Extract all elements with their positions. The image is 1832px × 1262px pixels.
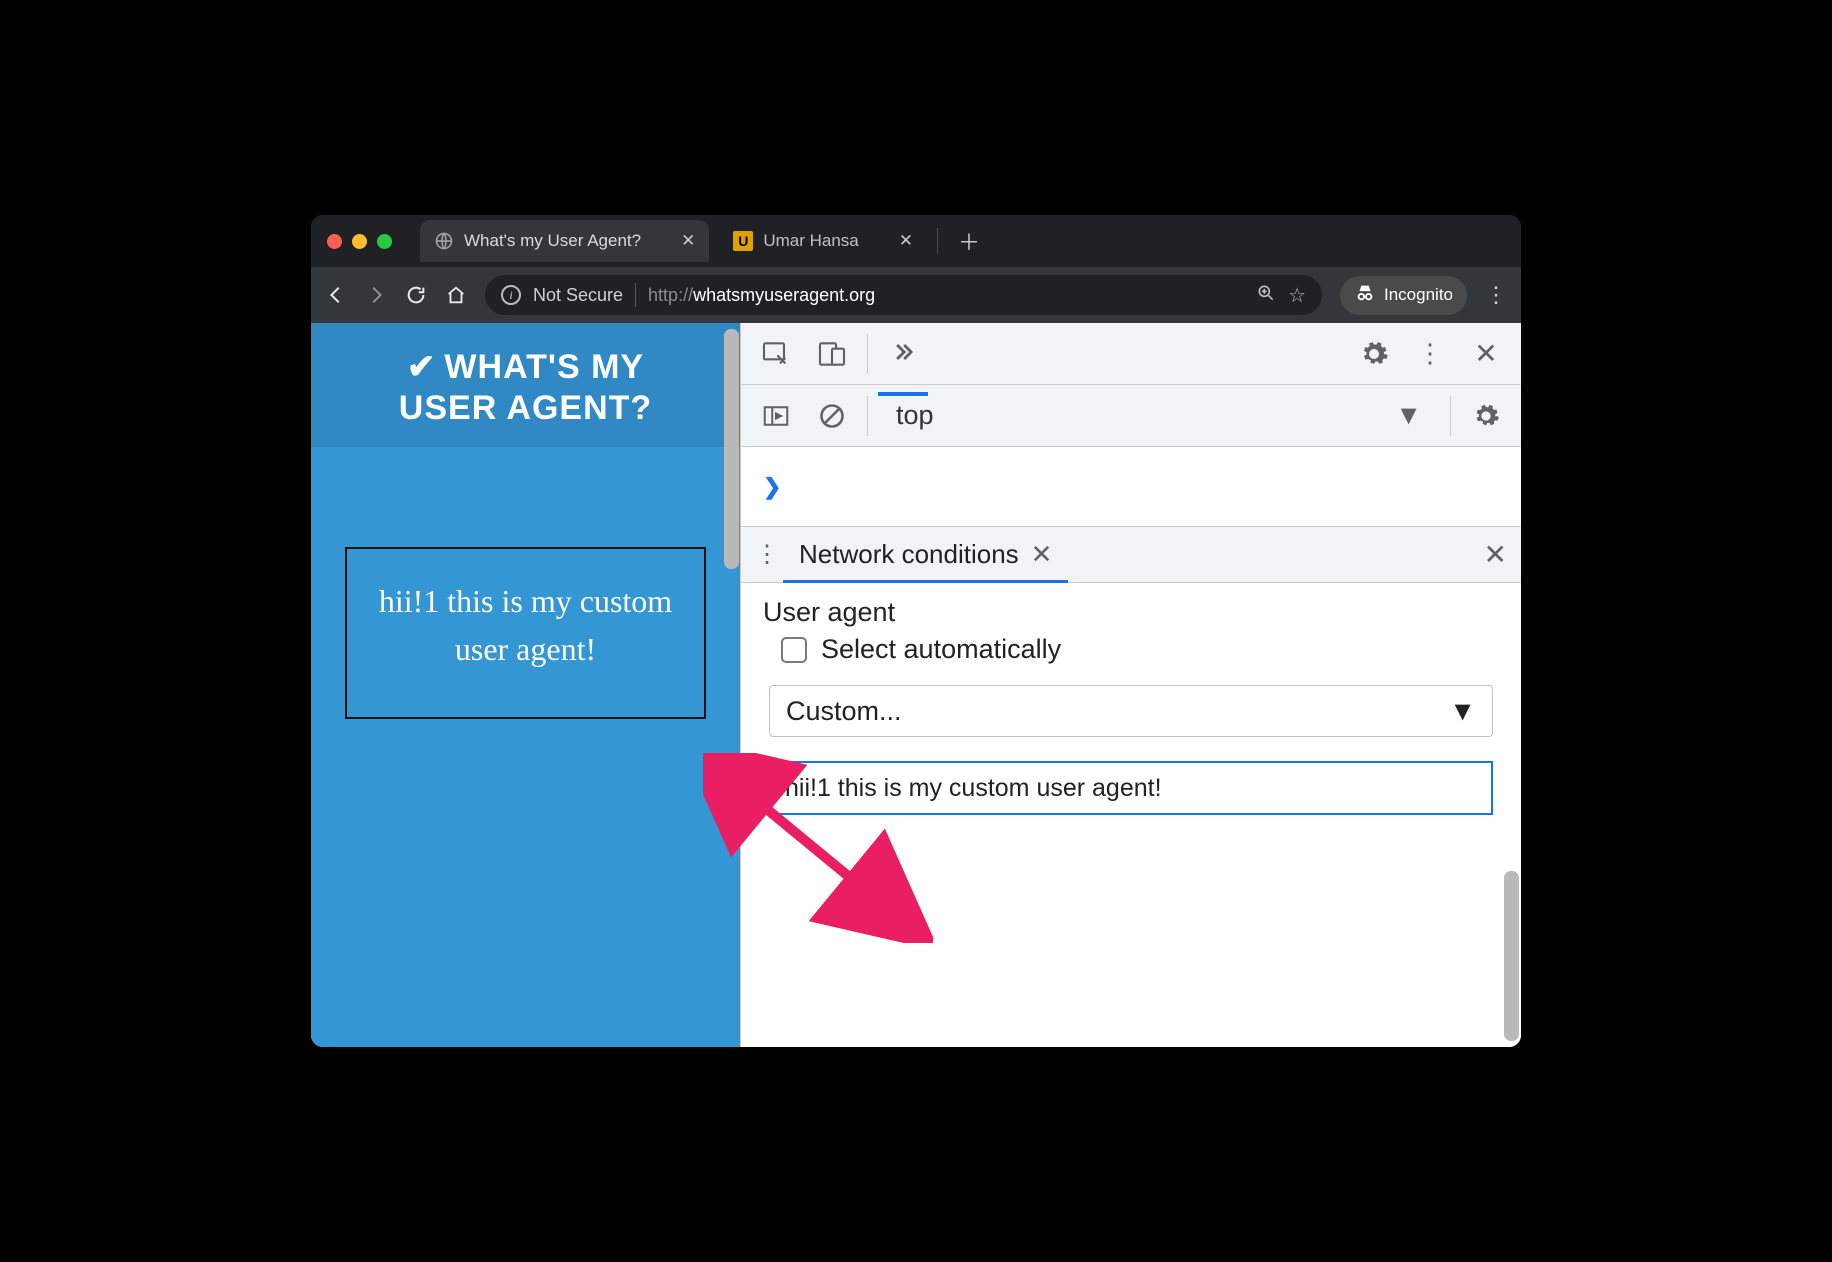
device-toolbar-button[interactable] bbox=[807, 329, 857, 379]
browser-window: What's my User Agent? ✕ U Umar Hansa ✕ ＋… bbox=[311, 215, 1521, 1047]
checkmark-icon: ✔ bbox=[407, 348, 437, 386]
network-conditions-panel: User agent Select automatically Custom..… bbox=[741, 583, 1521, 1047]
close-tab-icon[interactable]: ✕ bbox=[1031, 539, 1053, 570]
select-automatically-checkbox[interactable] bbox=[781, 637, 807, 663]
browser-tab-active[interactable]: What's my User Agent? ✕ bbox=[420, 220, 709, 262]
kebab-menu-icon[interactable]: ⋮ bbox=[1405, 329, 1455, 379]
close-drawer-button[interactable]: ✕ bbox=[1484, 538, 1507, 571]
security-status: Not Secure bbox=[533, 285, 623, 306]
content-area: ✔WHAT'S MY USER AGENT? hii!1 this is my … bbox=[311, 323, 1521, 1047]
checkbox-label: Select automatically bbox=[821, 634, 1061, 665]
globe-icon bbox=[434, 231, 454, 251]
reload-button[interactable] bbox=[405, 284, 427, 306]
window-close-button[interactable] bbox=[327, 234, 342, 249]
tab-title: Umar Hansa bbox=[763, 231, 858, 251]
dropdown-caret-icon: ▼ bbox=[1449, 696, 1476, 727]
console-settings-gear-icon[interactable] bbox=[1461, 391, 1511, 441]
webpage-viewport: ✔WHAT'S MY USER AGENT? hii!1 this is my … bbox=[311, 323, 741, 1047]
console-input-area[interactable]: ❯ bbox=[741, 447, 1521, 527]
console-toolbar: top ▼ bbox=[741, 385, 1521, 447]
window-maximize-button[interactable] bbox=[377, 234, 392, 249]
close-devtools-button[interactable]: ✕ bbox=[1461, 329, 1511, 379]
divider bbox=[1450, 396, 1451, 436]
devtools-scrollbar[interactable] bbox=[1504, 871, 1519, 1041]
user-agent-preset-dropdown[interactable]: Custom... ▼ bbox=[769, 685, 1493, 737]
devtools-main-toolbar: ⋮ ✕ bbox=[741, 323, 1521, 385]
bookmark-star-icon[interactable]: ☆ bbox=[1288, 283, 1306, 308]
more-panels-button[interactable] bbox=[878, 329, 928, 379]
tab-title: What's my User Agent? bbox=[464, 231, 641, 251]
drawer-tab-network-conditions[interactable]: Network conditions ✕ bbox=[789, 539, 1062, 570]
clear-console-button[interactable] bbox=[807, 391, 857, 441]
user-agent-section-label: User agent bbox=[763, 597, 1499, 628]
drawer-menu-button[interactable]: ⋮ bbox=[755, 540, 779, 569]
incognito-label: Incognito bbox=[1384, 285, 1453, 305]
tab-strip: What's my User Agent? ✕ U Umar Hansa ✕ ＋ bbox=[311, 215, 1521, 267]
divider bbox=[867, 334, 868, 374]
tab-separator bbox=[937, 228, 938, 254]
home-button[interactable] bbox=[445, 284, 467, 306]
drawer-tab-strip: ⋮ Network conditions ✕ ✕ bbox=[741, 527, 1521, 583]
site-info-icon[interactable]: i bbox=[501, 285, 521, 305]
zoom-icon[interactable] bbox=[1256, 283, 1276, 308]
forward-button[interactable] bbox=[365, 284, 387, 306]
address-bar[interactable]: i Not Secure http://whatsmyuseragent.org… bbox=[485, 275, 1322, 315]
incognito-icon bbox=[1354, 282, 1376, 309]
incognito-badge: Incognito bbox=[1340, 276, 1467, 315]
console-prompt-icon: ❯ bbox=[763, 474, 781, 500]
dropdown-caret-icon: ▼ bbox=[1395, 400, 1422, 431]
execution-context-selector[interactable]: top ▼ bbox=[878, 393, 1440, 439]
page-heading: ✔WHAT'S MY USER AGENT? bbox=[311, 323, 740, 447]
back-button[interactable] bbox=[325, 284, 347, 306]
user-agent-display: hii!1 this is my custom user agent! bbox=[345, 547, 706, 719]
select-automatically-row[interactable]: Select automatically bbox=[781, 634, 1499, 665]
browser-tab[interactable]: U Umar Hansa ✕ bbox=[719, 220, 927, 262]
window-minimize-button[interactable] bbox=[352, 234, 367, 249]
page-scrollbar[interactable] bbox=[724, 329, 739, 569]
settings-gear-icon[interactable] bbox=[1349, 329, 1399, 379]
toolbar: i Not Secure http://whatsmyuseragent.org… bbox=[311, 267, 1521, 323]
inspect-element-button[interactable] bbox=[751, 329, 801, 379]
tab-close-button[interactable]: ✕ bbox=[899, 231, 913, 251]
new-tab-button[interactable]: ＋ bbox=[948, 225, 990, 257]
url-text: http://whatsmyuseragent.org bbox=[648, 285, 875, 306]
browser-menu-button[interactable]: ⋮ bbox=[1485, 282, 1507, 308]
devtools-panel: ⋮ ✕ top ▼ ❯ bbox=[741, 323, 1521, 1047]
user-agent-input[interactable]: hii!1 this is my custom user agent! bbox=[769, 761, 1493, 815]
window-controls bbox=[327, 234, 392, 249]
site-favicon: U bbox=[733, 231, 753, 251]
divider bbox=[635, 283, 636, 307]
toggle-console-sidebar-button[interactable] bbox=[751, 391, 801, 441]
tab-close-button[interactable]: ✕ bbox=[681, 231, 695, 251]
divider bbox=[867, 396, 868, 436]
